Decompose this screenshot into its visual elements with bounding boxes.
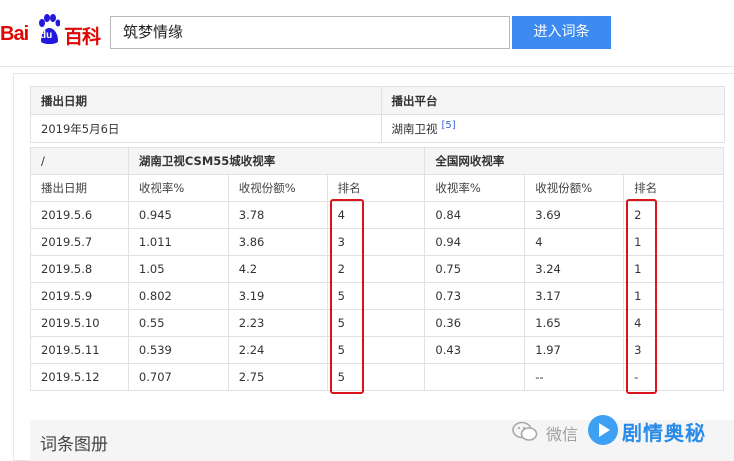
table-cell: 0.802 [127, 282, 229, 310]
search-input[interactable]: 筑梦情缘 [110, 16, 510, 49]
wechat-icon [512, 421, 538, 441]
table-row: 2019.5.10 0.55 2.23 5 0.36 1.65 4 [30, 309, 724, 337]
table-cell: 2019.5.9 [30, 282, 129, 310]
column-header: 收视率% [127, 174, 229, 202]
header-divider [0, 66, 734, 67]
table-cell: 0.539 [127, 336, 229, 364]
table-cell: 0.94 [424, 228, 526, 256]
table-cell: 3.78 [227, 201, 328, 229]
table-cell: 0.73 [424, 282, 526, 310]
table-cell: 0.84 [424, 201, 526, 229]
table-cell: 3.24 [524, 255, 625, 283]
reference-link[interactable]: [5] [442, 120, 456, 131]
column-header: 收视率% [424, 174, 526, 202]
table-cell: 0.945 [127, 201, 229, 229]
table-cell: 2019.5.10 [30, 309, 129, 337]
table-cell: 4 [524, 228, 625, 256]
watermark-account-text: 剧情奥秘 [622, 421, 706, 445]
air-date-value: 2019年5月6日 [30, 114, 382, 143]
table-cell: 2.23 [227, 309, 328, 337]
table-cell: 2019.5.11 [30, 336, 129, 364]
platform-value: 湖南卫视 [391, 121, 438, 136]
play-icon [588, 415, 618, 445]
logo-bai-text: Bai [0, 23, 29, 45]
table-cell: -- [524, 363, 625, 391]
column-header: 排名 [623, 174, 724, 202]
table-cell: 3.69 [524, 201, 625, 229]
logo-du-text: du [40, 30, 53, 41]
column-header: 收视份额% [227, 174, 328, 202]
platform-header: 播出平台 [380, 86, 725, 115]
table-cell: 2.24 [227, 336, 328, 364]
table-row: 2019.5.8 1.05 4.2 2 0.75 3.24 1 [30, 255, 724, 283]
table-corner-cell: / [30, 147, 129, 175]
rank-highlight-box-hunan [330, 199, 364, 394]
column-header: 排名 [326, 174, 426, 202]
section-title: 词条图册 [40, 435, 108, 455]
table-cell: 2019.5.6 [30, 201, 129, 229]
top-bar: Bai du 百科 筑梦情缘 进入词条 [0, 0, 734, 66]
table-cell: 3.19 [227, 282, 328, 310]
air-date-header: 播出日期 [30, 86, 382, 115]
column-header: 收视份额% [524, 174, 625, 202]
table-cell: 0.707 [127, 363, 229, 391]
watermark: 微信 剧情奥秘 [512, 413, 734, 449]
table-cell: 2019.5.7 [30, 228, 129, 256]
table-cell: 4.2 [227, 255, 328, 283]
watermark-wechat-text: 微信 [546, 425, 579, 444]
table-cell: 3.86 [227, 228, 328, 256]
table-cell: 0.55 [127, 309, 229, 337]
table-cell: 2019.5.12 [30, 363, 129, 391]
hunan-tv-group-header: 湖南卫视CSM55城收视率 [127, 147, 426, 175]
table-row: 2019.5.9 0.802 3.19 5 0.73 3.17 1 [30, 282, 724, 310]
table-row: 2019.5.7 1.011 3.86 3 0.94 4 1 [30, 228, 724, 256]
table-cell: 0.43 [424, 336, 526, 364]
column-header: 播出日期 [30, 174, 129, 202]
table-cell: 3.17 [524, 282, 625, 310]
table-cell: 2019.5.8 [30, 255, 129, 283]
ratings-table: / 湖南卫视CSM55城收视率 全国网收视率 播出日期 收视率% 收视份额% 排… [30, 147, 724, 391]
table-cell: 2.75 [227, 363, 328, 391]
platform-cell: 湖南卫视 [5] [380, 114, 725, 143]
national-group-header: 全国网收视率 [424, 147, 724, 175]
table-cell: 1.011 [127, 228, 229, 256]
broadcast-info-table: 播出日期 播出平台 2019年5月6日 湖南卫视 [5] [30, 86, 725, 143]
baidu-baike-logo[interactable]: Bai du 百科 [0, 14, 104, 50]
table-row: 2019.5.6 0.945 3.78 4 0.84 3.69 2 [30, 201, 724, 229]
table-cell: 0.36 [424, 309, 526, 337]
table-cell: 0.75 [424, 255, 526, 283]
table-cell [424, 363, 526, 391]
enter-entry-button[interactable]: 进入词条 [512, 16, 611, 49]
rank-highlight-box-national [626, 199, 657, 394]
table-row: 2019.5.11 0.539 2.24 5 0.43 1.97 3 [30, 336, 724, 364]
table-cell: 1.97 [524, 336, 625, 364]
table-cell: 1.05 [127, 255, 229, 283]
table-cell: 1.65 [524, 309, 625, 337]
logo-baike-text: 百科 [64, 26, 101, 48]
table-row: 2019.5.12 0.707 2.75 5 -- - [30, 363, 724, 391]
